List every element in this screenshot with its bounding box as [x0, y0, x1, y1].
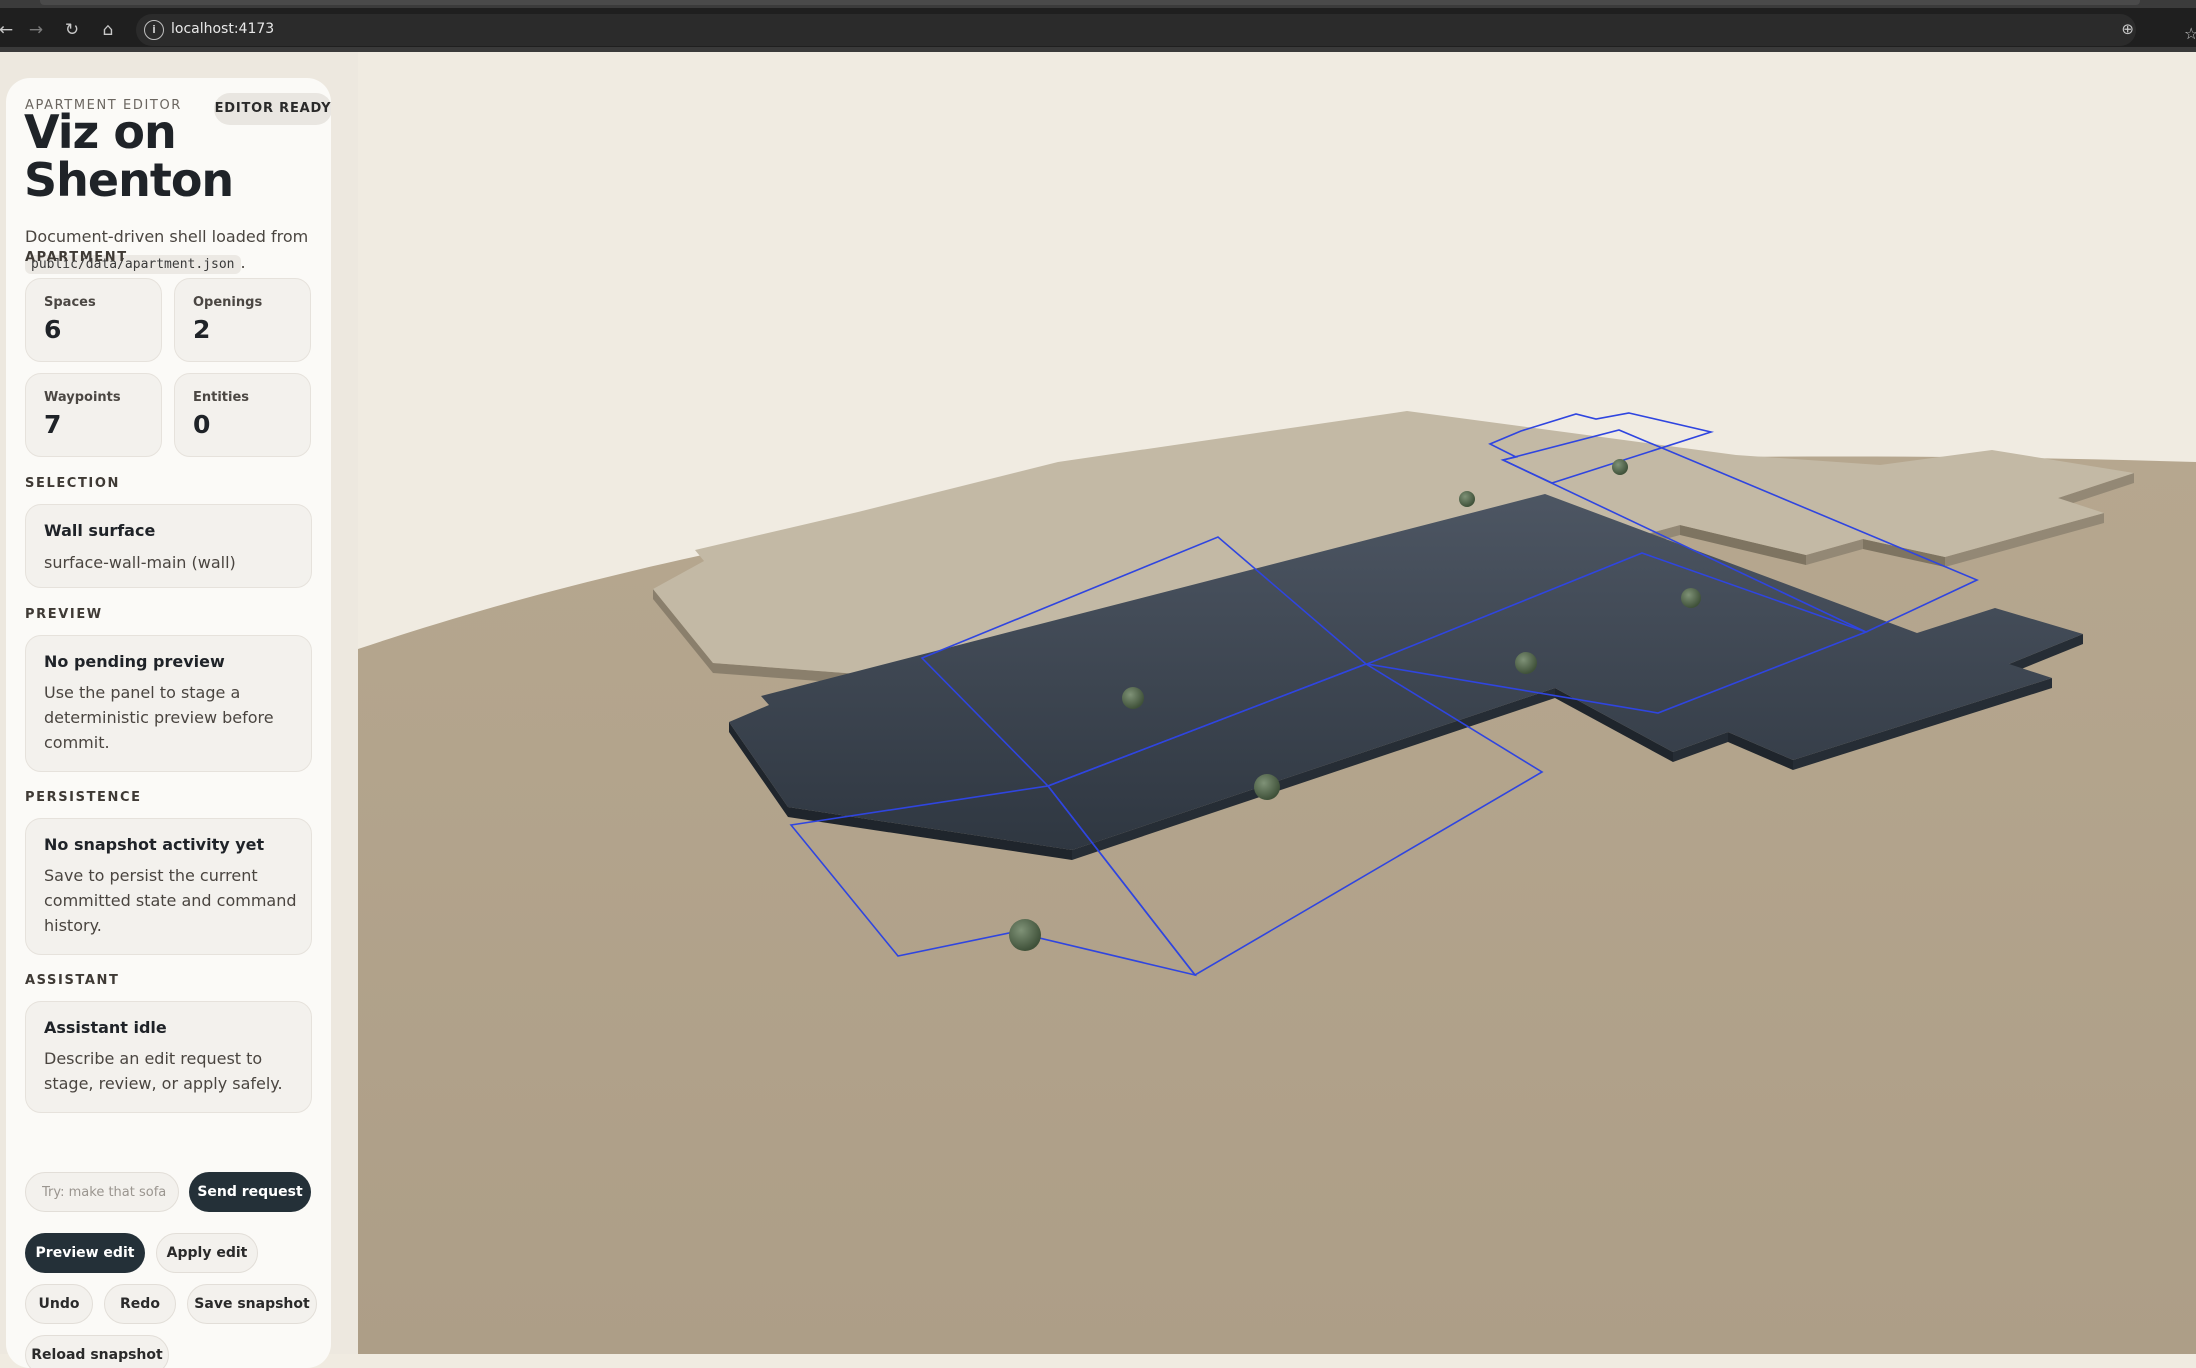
persistence-card: No snapshot activity yet Save to persist…	[25, 818, 312, 955]
stat-card-openings: Openings 2	[174, 278, 311, 362]
scene-canvas[interactable]	[358, 52, 2196, 1354]
home-icon[interactable]: ⌂	[96, 18, 120, 42]
section-label-persistence: PERSISTENCE	[25, 790, 142, 805]
stat-label: Spaces	[44, 295, 96, 310]
selection-detail: surface-wall-main (wall)	[44, 553, 236, 572]
info-circle-icon[interactable]: i	[144, 20, 164, 40]
persistence-body: Save to persist the current committed st…	[44, 866, 297, 935]
description-text: Document-driven shell loaded from	[25, 227, 309, 246]
description-suffix: .	[240, 253, 246, 272]
assistant-body: Describe an edit request to stage, revie…	[44, 1049, 283, 1093]
section-label-apartment: APARTMENT	[25, 250, 128, 265]
editor-panel: APARTMENT EDITOR EDITOR READY Viz on She…	[6, 78, 331, 1368]
waypoint-marker[interactable]	[1459, 491, 1475, 507]
selection-card: Wall surface surface-wall-main (wall)	[25, 504, 312, 588]
save-snapshot-button[interactable]: Save snapshot	[187, 1284, 317, 1324]
stat-value: 6	[44, 315, 62, 344]
stat-value: 7	[44, 410, 62, 439]
waypoint-marker[interactable]	[1515, 652, 1537, 674]
arrow-right-icon[interactable]: →	[24, 18, 48, 42]
preview-body: Use the panel to stage a deterministic p…	[44, 683, 274, 752]
star-icon[interactable]: ☆	[2184, 24, 2196, 43]
app-page: APARTMENT EDITOR EDITOR READY Viz on She…	[0, 52, 2196, 1368]
assistant-request-input[interactable]	[25, 1172, 179, 1212]
stat-label: Waypoints	[44, 390, 121, 405]
waypoint-marker[interactable]	[1612, 459, 1628, 475]
stat-label: Openings	[193, 295, 263, 310]
stat-card-waypoints: Waypoints 7	[25, 373, 162, 457]
undo-button[interactable]: Undo	[25, 1284, 93, 1324]
preview-title: No pending preview	[44, 652, 225, 671]
reload-snapshot-button[interactable]: Reload snapshot	[25, 1335, 169, 1368]
assistant-card: Assistant idle Describe an edit request …	[25, 1001, 312, 1113]
selection-title: Wall surface	[44, 521, 156, 540]
page-title: Viz on Shenton	[24, 105, 234, 207]
stat-label: Entities	[193, 390, 250, 405]
section-label-assistant: ASSISTANT	[25, 973, 120, 988]
arrow-left-icon[interactable]: ←	[0, 18, 18, 42]
stat-value: 0	[193, 410, 211, 439]
preview-edit-button[interactable]: Preview edit	[25, 1233, 145, 1273]
waypoint-marker[interactable]	[1254, 774, 1280, 800]
section-label-preview: PREVIEW	[25, 607, 103, 622]
stat-value: 2	[193, 315, 211, 344]
browser-toolbar: ← → ↻ ⌂ i localhost:4173 ⊕ ☆	[0, 8, 2196, 52]
preview-card: No pending preview Use the panel to stag…	[25, 635, 312, 772]
browser-tab-strip	[0, 0, 2196, 8]
3d-viewport[interactable]	[358, 52, 2196, 1354]
section-label-selection: SELECTION	[25, 476, 120, 491]
zoom-icon[interactable]: ⊕	[2121, 20, 2134, 38]
apply-edit-button[interactable]: Apply edit	[156, 1233, 258, 1273]
waypoint-marker[interactable]	[1009, 919, 1041, 951]
browser-tab[interactable]	[40, 0, 2140, 5]
stat-card-entities: Entities 0	[174, 373, 311, 457]
url-text[interactable]: localhost:4173	[171, 21, 274, 37]
waypoint-marker[interactable]	[1681, 588, 1701, 608]
send-request-button[interactable]: Send request	[189, 1172, 311, 1212]
address-bar[interactable]: i localhost:4173 ⊕	[136, 14, 2136, 46]
assistant-title: Assistant idle	[44, 1018, 167, 1037]
waypoint-marker[interactable]	[1122, 687, 1144, 709]
persistence-title: No snapshot activity yet	[44, 835, 265, 854]
stat-card-spaces: Spaces 6	[25, 278, 162, 362]
reload-icon[interactable]: ↻	[60, 18, 84, 42]
redo-button[interactable]: Redo	[104, 1284, 176, 1324]
